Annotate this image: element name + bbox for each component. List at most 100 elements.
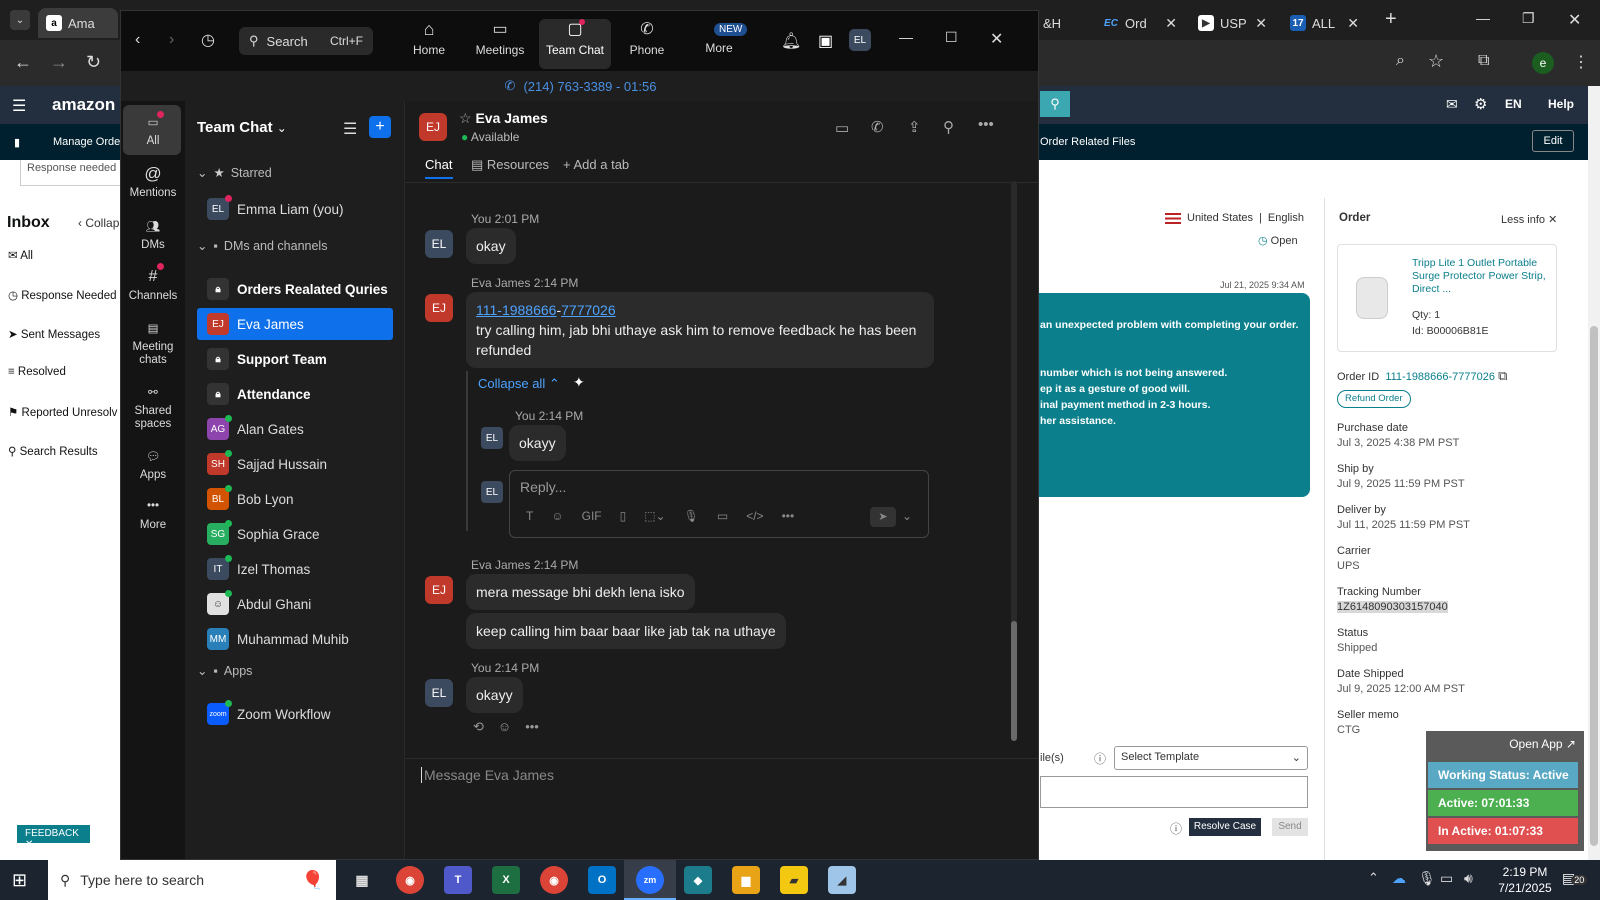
close-icon[interactable]: ✕ <box>990 29 1003 49</box>
nav-home[interactable]: ⌂ Home <box>401 19 457 57</box>
sticky-notes-icon[interactable]: ▰ <box>780 866 808 894</box>
more-icon[interactable]: ••• <box>525 719 539 735</box>
chat-sophia-grace[interactable]: SG Sophia Grace <box>197 518 393 550</box>
send-button[interactable]: Send <box>1272 818 1308 836</box>
video-call-icon[interactable]: ▭ <box>835 119 849 137</box>
team-chat-title[interactable]: Team Chat ⌄ <box>197 119 287 136</box>
chat-abdul-ghani[interactable]: ☺ Abdul Ghani <box>197 588 393 620</box>
more-icon[interactable]: ••• <box>978 116 994 133</box>
close-tab-icon[interactable]: ✕ <box>1165 15 1177 32</box>
inbox-item-search-results[interactable]: ⚲ Search Results <box>8 444 98 458</box>
notification-icon[interactable]: ▤20 <box>1562 870 1588 887</box>
phone-call-icon[interactable]: ✆ <box>871 118 884 136</box>
volume-icon[interactable]: 🔊︎ <box>1464 870 1473 887</box>
forward-icon[interactable]: → <box>50 52 68 73</box>
response-needed-box[interactable]: Response needed <box>20 160 124 186</box>
browser-tab-17track[interactable]: 17 ALL ✕ <box>1282 8 1367 38</box>
browser-tab-orders[interactable]: EC Ord ✕ <box>1095 8 1185 38</box>
section-starred[interactable]: ⌄ ★ Starred <box>197 165 272 181</box>
minimize-icon[interactable]: — <box>899 29 913 45</box>
tab-add[interactable]: + Add a tab <box>563 157 629 172</box>
gif-icon[interactable]: GIF <box>582 509 602 523</box>
order-link[interactable]: 111-1988666 <box>476 302 556 318</box>
less-info-link[interactable]: Less info ✕ <box>1501 213 1557 226</box>
reply-input[interactable]: Reply... <box>520 479 566 495</box>
browser-tab-h[interactable]: &H <box>1035 8 1085 38</box>
tab-search-icon[interactable]: ⌄ <box>10 10 30 30</box>
task-view-icon[interactable]: ▦ <box>348 866 376 894</box>
mic-icon[interactable]: 🎙︎ <box>1418 870 1436 887</box>
chat-support-team[interactable]: 🔒︎ Support Team <box>197 343 393 375</box>
bookmark-icon[interactable]: ▮ <box>14 136 20 149</box>
chat-alan-gates[interactable]: AG Alan Gates <box>197 413 393 445</box>
order-id-link[interactable]: 111-1988666-7777026 <box>1385 371 1495 383</box>
onedrive-icon[interactable]: ☁ <box>1392 870 1406 887</box>
collapse-all-link[interactable]: Collapse all ⌃ <box>478 376 560 392</box>
zoom-search[interactable]: ⚲ Search Ctrl+F <box>239 27 373 55</box>
app-icon-2[interactable]: ◢ <box>828 866 856 894</box>
browser-tab-usps[interactable]: ▶ USP ✕ <box>1190 8 1275 38</box>
chat-bob-lyon[interactable]: BL Bob Lyon <box>197 483 393 515</box>
tracking-number[interactable]: 1Z6148090303157040 <box>1337 601 1448 613</box>
file-icon[interactable]: ▯ <box>620 509 627 523</box>
feedback-button[interactable]: FEEDBACK ✕ <box>17 825 90 850</box>
zoom-icon[interactable]: ⌕ <box>1396 52 1405 70</box>
browser-tab-amazon[interactable]: a Ama <box>38 8 118 38</box>
close-tab-icon[interactable]: ✕ <box>1255 15 1267 32</box>
outlook-icon[interactable]: O <box>588 866 616 894</box>
screenshot-icon[interactable]: ⬚⌄ <box>644 509 665 523</box>
scrollbar-thumb[interactable] <box>1590 326 1598 846</box>
avatar[interactable]: EJ <box>425 294 453 322</box>
resolve-case-button[interactable]: Resolve Case <box>1189 818 1261 836</box>
inbox-item-resolved[interactable]: ≡ Resolved <box>8 366 66 378</box>
profile-avatar[interactable]: e <box>1532 52 1554 74</box>
template-select[interactable]: Select Template ⌄ <box>1114 746 1308 770</box>
message-composer[interactable]: Message Eva James <box>421 767 554 783</box>
close-tab-icon[interactable]: ✕ <box>1347 15 1359 32</box>
sparkle-icon[interactable]: ✦ <box>573 374 585 391</box>
inbox-item-sent[interactable]: ➤ Sent Messages <box>8 327 100 341</box>
code-icon[interactable]: </> <box>746 509 763 523</box>
chat-scrollbar-thumb[interactable] <box>1011 621 1017 741</box>
text-format-icon[interactable]: T <box>526 509 533 523</box>
chat-attendance[interactable]: 🔒︎ Attendance <box>197 378 393 410</box>
extensions-icon[interactable]: ⧉ <box>1478 52 1489 70</box>
user-avatar[interactable]: EL <box>849 29 871 51</box>
product-title-link[interactable]: Tripp Lite 1 Outlet Portable Surge Prote… <box>1412 257 1552 296</box>
taskbar-search[interactable]: ⚲ Type here to search 🎈 <box>48 860 336 900</box>
mail-icon[interactable]: ✉ <box>1446 96 1458 113</box>
section-apps[interactable]: ⌄ ▪ Apps <box>197 663 252 679</box>
gift-icon[interactable]: ▣ <box>818 31 833 51</box>
nav-meetings[interactable]: ▭ Meetings <box>467 19 533 57</box>
video-clip-icon[interactable]: ▭ <box>717 509 728 523</box>
rail-shared-spaces[interactable]: ⚯ Shared spaces <box>123 379 183 431</box>
minimize-icon[interactable]: — <box>1476 10 1490 26</box>
rail-channels[interactable]: # Channels <box>123 264 183 302</box>
section-dms-channels[interactable]: ⌄ ▪ DMs and channels <box>197 238 327 254</box>
rail-mentions[interactable]: @ Mentions <box>123 161 183 199</box>
order-related-files-link[interactable]: Order Related Files <box>1040 136 1135 148</box>
tab-resources[interactable]: ▤ Resources <box>471 157 549 173</box>
forward-icon[interactable]: › <box>169 31 174 49</box>
chrome-profile-icon[interactable]: ◉ <box>540 866 568 894</box>
nav-team-chat[interactable]: ▢ Team Chat <box>539 19 611 69</box>
avatar[interactable]: EL <box>481 427 503 449</box>
bell-icon[interactable]: 🔔︎ <box>781 31 801 51</box>
tab-chat[interactable]: Chat <box>425 157 452 172</box>
chevron-down-icon[interactable]: ⌄ <box>902 509 912 523</box>
manage-order-link[interactable]: Manage Order <box>53 136 124 148</box>
chat-sajjad-hussain[interactable]: SH Sajjad Hussain <box>197 448 393 480</box>
new-chat-button[interactable]: + <box>369 116 391 138</box>
language-selector[interactable]: EN <box>1505 97 1522 111</box>
inbox-item-response-needed[interactable]: ◷ Response Needed <box>8 288 117 302</box>
reply-textarea[interactable] <box>1040 776 1308 808</box>
hamburger-icon[interactable]: ☰ <box>12 96 26 116</box>
back-icon[interactable]: ← <box>14 52 32 73</box>
inbox-item-reported[interactable]: ⚑ Reported Unresolv <box>8 405 120 419</box>
collapse-link[interactable]: ‹ Collap <box>78 216 119 230</box>
avatar[interactable]: EL <box>425 230 453 258</box>
history-icon[interactable]: ◷ <box>201 30 215 50</box>
gear-icon[interactable]: ⚙ <box>1474 95 1487 113</box>
windows-start-icon[interactable]: ⊞ <box>12 870 27 891</box>
rail-more[interactable]: ••• More <box>123 493 183 531</box>
